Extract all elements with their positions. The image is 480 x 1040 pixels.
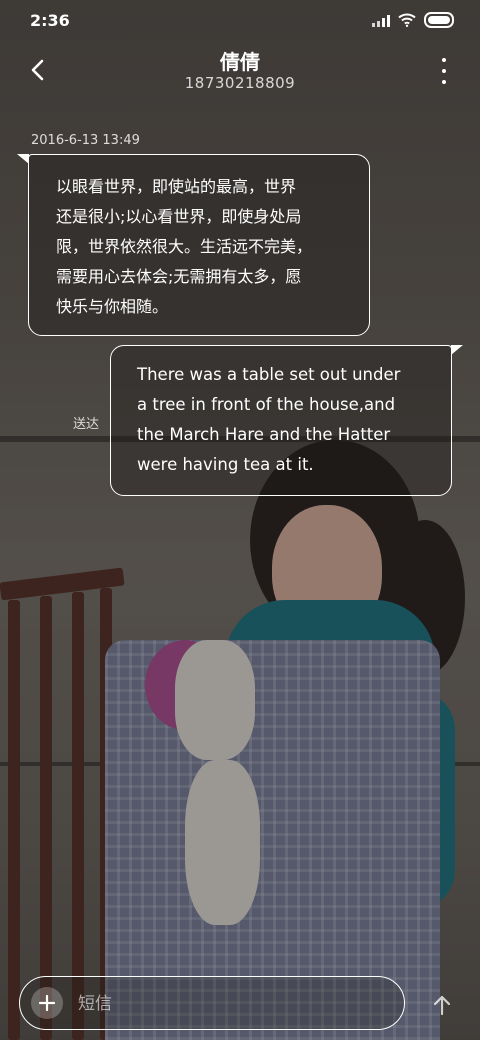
send-button[interactable] <box>428 990 456 1020</box>
outgoing-message-bubble[interactable]: There was a table set out under a tree i… <box>110 345 463 496</box>
message-timestamp: 2016-6-13 13:49 <box>31 133 140 148</box>
add-attachment-button[interactable] <box>31 987 63 1019</box>
sms-input[interactable] <box>76 985 380 1023</box>
signal-icon <box>372 14 390 27</box>
more-options-button[interactable] <box>434 58 454 84</box>
more-vertical-icon <box>442 58 446 62</box>
incoming-message-text: 以眼看世界，即使站的最高，世界 还是很小;以心看世界，即使身处局 限，世界依然很… <box>56 177 313 316</box>
plus-icon <box>38 994 56 1012</box>
status-bar: 2:36 <box>0 0 480 40</box>
delivery-status: 送达 <box>73 417 100 432</box>
arrow-up-icon <box>433 995 451 1016</box>
contact-name: 倩倩 <box>220 50 260 74</box>
message-composer <box>19 976 405 1030</box>
incoming-message-bubble[interactable]: 以眼看世界，即使站的最高，世界 还是很小;以心看世界，即使身处局 限，世界依然很… <box>17 154 370 336</box>
contact-number: 18730218809 <box>184 74 296 92</box>
conversation-header: 倩倩 18730218809 <box>0 40 480 104</box>
outgoing-message-text: There was a table set out under a tree i… <box>137 365 401 474</box>
battery-icon <box>424 12 454 28</box>
status-time: 2:36 <box>30 11 70 30</box>
status-icons <box>372 12 454 28</box>
wifi-icon <box>398 13 416 27</box>
